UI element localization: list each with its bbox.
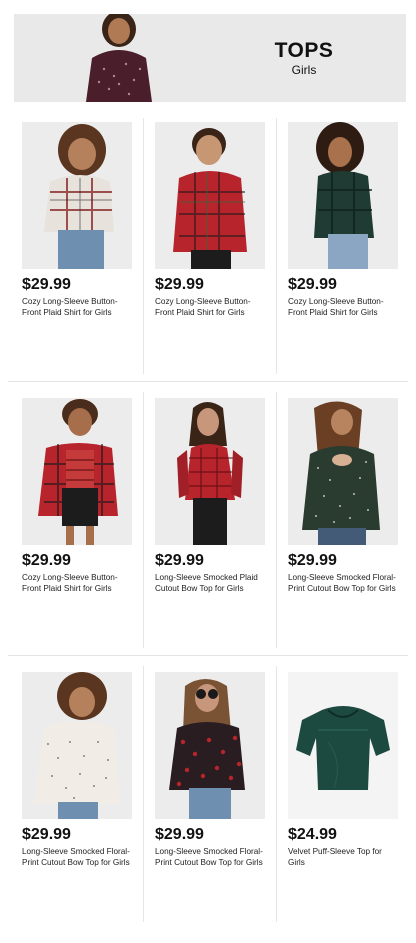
row-divider xyxy=(8,655,408,656)
product-image[interactable] xyxy=(155,122,265,269)
banner-subtitle: Girls xyxy=(291,63,317,77)
product-name-line: Front Plaid Shirt for Girls xyxy=(22,308,112,317)
product-price: $24.99 xyxy=(288,826,337,843)
product-price: $29.99 xyxy=(155,552,204,569)
product-name-line: Girls xyxy=(288,858,305,867)
product-image[interactable] xyxy=(22,672,132,819)
product-name[interactable]: Velvet Puff-Sleeve Top for Girls xyxy=(288,846,408,868)
product-name[interactable]: Long-Sleeve Smocked Floral- Print Cutout… xyxy=(22,846,142,868)
product-name[interactable]: Long-Sleeve Smocked Plaid Cutout Bow Top… xyxy=(155,572,275,594)
row-divider xyxy=(8,381,408,382)
product-price: $29.99 xyxy=(288,552,337,569)
product-name[interactable]: Long-Sleeve Smocked Floral- Print Cutout… xyxy=(155,846,275,868)
product-name-line: Print Cutout Bow Top for Girls xyxy=(155,858,263,867)
product-name[interactable]: Long-Sleeve Smocked Floral- Print Cutout… xyxy=(288,572,408,594)
product-name-line: Long-Sleeve Smocked Floral- xyxy=(22,847,130,856)
product-name-line: Cozy Long-Sleeve Button- xyxy=(155,297,251,306)
product-card[interactable]: $29.99 Cozy Long-Sleeve Button- Front Pl… xyxy=(22,122,146,318)
product-name[interactable]: Cozy Long-Sleeve Button- Front Plaid Shi… xyxy=(22,572,142,594)
product-card[interactable]: $29.99 Cozy Long-Sleeve Button- Front Pl… xyxy=(288,122,412,318)
product-card[interactable]: $29.99 Cozy Long-Sleeve Button- Front Pl… xyxy=(155,122,279,318)
product-name-line: Long-Sleeve Smocked Plaid xyxy=(155,573,258,582)
product-card[interactable]: $29.99 Long-Sleeve Smocked Plaid Cutout … xyxy=(155,398,279,594)
product-image[interactable] xyxy=(22,122,132,269)
product-image[interactable] xyxy=(288,672,398,819)
product-price: $29.99 xyxy=(22,826,71,843)
banner-model-photo xyxy=(74,14,164,102)
product-image[interactable] xyxy=(22,398,132,545)
product-name-line: Cozy Long-Sleeve Button- xyxy=(22,297,118,306)
product-price: $29.99 xyxy=(22,276,71,293)
product-image[interactable] xyxy=(155,672,265,819)
product-price: $29.99 xyxy=(155,276,204,293)
product-name-line: Long-Sleeve Smocked Floral- xyxy=(288,573,396,582)
product-name[interactable]: Cozy Long-Sleeve Button- Front Plaid Shi… xyxy=(288,296,408,318)
product-card[interactable]: $29.99 Long-Sleeve Smocked Floral- Print… xyxy=(288,398,412,594)
product-name-line: Velvet Puff-Sleeve Top for xyxy=(288,847,382,856)
product-image[interactable] xyxy=(288,398,398,545)
product-price: $29.99 xyxy=(155,826,204,843)
banner-title: TOPS xyxy=(274,39,334,62)
banner-text: TOPS Girls xyxy=(264,39,344,78)
category-banner[interactable]: TOPS Girls xyxy=(14,14,406,102)
product-name-line: Print Cutout Bow Top for Girls xyxy=(22,858,130,867)
product-price: $29.99 xyxy=(288,276,337,293)
product-name-line: Cutout Bow Top for Girls xyxy=(155,584,244,593)
product-image[interactable] xyxy=(288,122,398,269)
product-card[interactable]: $29.99 Long-Sleeve Smocked Floral- Print… xyxy=(155,672,279,868)
product-name-line: Cozy Long-Sleeve Button- xyxy=(22,573,118,582)
product-price: $29.99 xyxy=(22,552,71,569)
product-name[interactable]: Cozy Long-Sleeve Button- Front Plaid Shi… xyxy=(22,296,142,318)
product-name-line: Cozy Long-Sleeve Button- xyxy=(288,297,384,306)
product-card[interactable]: $29.99 Cozy Long-Sleeve Button- Front Pl… xyxy=(22,398,146,594)
product-card[interactable]: $24.99 Velvet Puff-Sleeve Top for Girls xyxy=(288,672,412,868)
product-name-line: Print Cutout Bow Top for Girls xyxy=(288,584,396,593)
product-name-line: Long-Sleeve Smocked Floral- xyxy=(155,847,263,856)
product-name-line: Front Plaid Shirt for Girls xyxy=(155,308,245,317)
product-name-line: Front Plaid Shirt for Girls xyxy=(288,308,378,317)
product-image[interactable] xyxy=(155,398,265,545)
product-name[interactable]: Cozy Long-Sleeve Button- Front Plaid Shi… xyxy=(155,296,275,318)
product-name-line: Front Plaid Shirt for Girls xyxy=(22,584,112,593)
product-card[interactable]: $29.99 Long-Sleeve Smocked Floral- Print… xyxy=(22,672,146,868)
